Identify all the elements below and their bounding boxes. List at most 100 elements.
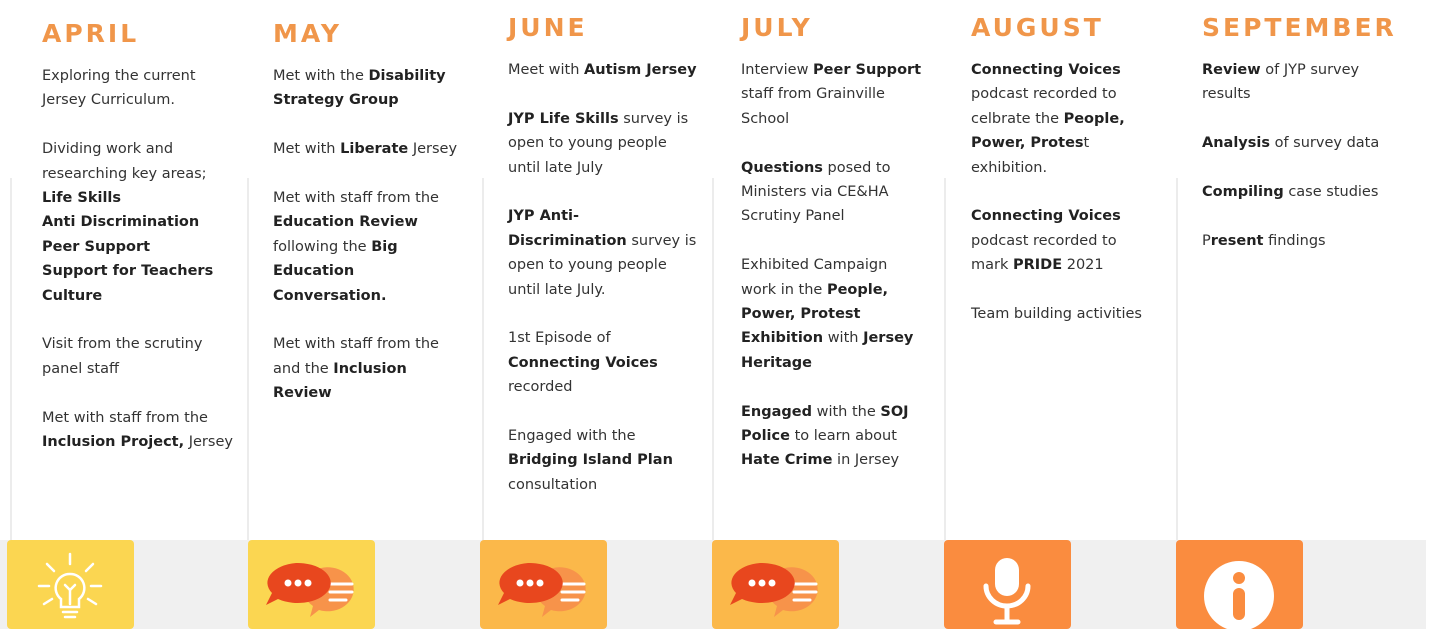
text: exhibition. bbox=[971, 159, 1048, 176]
text: survey is bbox=[618, 110, 689, 127]
lightbulb-icon bbox=[7, 540, 134, 629]
activity-line: Power, Protest bbox=[741, 302, 956, 326]
september-activities: Review of JYP survey results Analysis of s… bbox=[1202, 58, 1417, 278]
bold-text: Life Skills bbox=[42, 190, 122, 207]
text: Met with staff from the bbox=[42, 409, 208, 426]
month-heading-september: SEPTEMBER bbox=[1202, 13, 1397, 42]
activity-line: open to young people bbox=[508, 253, 723, 277]
june-activities: Meet with Autism Jersey JYP Life Skills s… bbox=[508, 58, 723, 522]
bold-text: Discrimination bbox=[508, 232, 627, 249]
activity-line: School bbox=[741, 107, 956, 131]
activity-line: Connecting Voices bbox=[971, 58, 1186, 82]
activity-item: Met with the Disability Strategy Group bbox=[273, 64, 488, 113]
activity-line: researching key areas; bbox=[42, 162, 257, 186]
text: of survey data bbox=[1269, 135, 1380, 152]
text: recorded bbox=[508, 379, 573, 396]
bold-text: Jersey bbox=[863, 330, 914, 347]
activity-line: until late July bbox=[508, 156, 723, 180]
may-activities: Met with the Disability Strategy Group Met… bbox=[273, 64, 488, 430]
activity-item: JYP Life Skills survey is open to young p… bbox=[508, 107, 723, 180]
chat-bubbles-icon bbox=[480, 540, 607, 629]
text: Dividing work and bbox=[42, 141, 174, 158]
text: Team building activities bbox=[971, 306, 1142, 323]
activity-line: and the Inclusion bbox=[273, 357, 488, 381]
text: and the bbox=[273, 360, 334, 377]
activity-line: Exploring the current bbox=[42, 64, 257, 88]
activity-line: celbrate the People, bbox=[971, 107, 1186, 131]
text: case studies bbox=[1283, 184, 1379, 200]
text: in Jersey bbox=[832, 452, 900, 469]
activity-line: following the Big bbox=[273, 235, 488, 259]
activity-line: panel staff bbox=[42, 357, 257, 381]
chat-bubbles-icon bbox=[248, 540, 375, 629]
activity-line: Bridging Island Plan bbox=[508, 448, 723, 472]
text: to learn about bbox=[789, 428, 897, 445]
text: researching key areas; bbox=[42, 165, 207, 182]
bold-text: Engaged bbox=[741, 403, 812, 420]
bold-text: Education Review bbox=[273, 214, 418, 231]
activity-item: Dividing work and researching key areas; L… bbox=[42, 137, 257, 308]
activity-line: Met with staff from the bbox=[273, 186, 488, 210]
text: Met with staff from the bbox=[273, 190, 439, 206]
activity-item: Interview Peer Support staff from Grainvi… bbox=[741, 58, 956, 131]
activity-line: Questions posed to bbox=[741, 156, 956, 180]
activity-item: 1st Episode of Connecting Voices recorded bbox=[508, 326, 723, 399]
text: School bbox=[741, 110, 790, 127]
activity-line: Team building activities bbox=[971, 302, 1186, 326]
activity-line: Discrimination survey is bbox=[508, 229, 723, 253]
activity-line: Review of JYP survey bbox=[1202, 58, 1417, 82]
activity-line: Education bbox=[273, 259, 488, 283]
activity-line: Dividing work and bbox=[42, 137, 257, 161]
text: podcast recorded to bbox=[971, 232, 1117, 249]
bold-text: Heritage bbox=[741, 354, 813, 371]
bold-text: Power, Protest bbox=[741, 306, 861, 323]
activity-item: Meet with Autism Jersey bbox=[508, 58, 723, 82]
bold-text: Disability bbox=[368, 68, 446, 84]
bold-text: PRIDE bbox=[1012, 257, 1063, 274]
activity-line: consultation bbox=[508, 473, 723, 497]
activity-item: Analysis of survey data bbox=[1202, 131, 1417, 155]
activity-line: until late July. bbox=[508, 278, 723, 302]
bold-text: Liberate bbox=[340, 141, 409, 158]
activity-line: Scrutiny Panel bbox=[741, 204, 956, 228]
text: Met with the bbox=[273, 68, 369, 84]
text: Jersey bbox=[408, 141, 458, 158]
bold-text: Review bbox=[273, 385, 332, 402]
activity-line: Heritage bbox=[741, 351, 956, 375]
activity-item: Review of JYP survey results bbox=[1202, 58, 1417, 107]
activity-line: Analysis of survey data bbox=[1202, 131, 1417, 155]
bold-text: Peer Support bbox=[813, 62, 922, 78]
bold-text: Culture bbox=[42, 287, 103, 304]
text: Ministers via CE&HA bbox=[741, 184, 889, 201]
text: survey is bbox=[626, 232, 697, 249]
activity-line: results bbox=[1202, 82, 1417, 106]
activity-line: 1st Episode of bbox=[508, 326, 723, 350]
bold-text: Conversation. bbox=[273, 287, 387, 304]
text: 2021 bbox=[1062, 257, 1104, 274]
text: findings bbox=[1263, 232, 1326, 249]
activity-item: Met with Liberate Jersey bbox=[273, 137, 488, 161]
bold-text: Connecting Voices bbox=[508, 354, 658, 371]
activity-line: Life Skills bbox=[42, 186, 257, 210]
microphone-icon bbox=[944, 540, 1071, 629]
activity-line: open to young people bbox=[508, 131, 723, 155]
bold-text: SOJ bbox=[880, 403, 909, 420]
activity-item: Exploring the current Jersey Curriculum. bbox=[42, 64, 257, 113]
column-divider bbox=[10, 178, 12, 540]
activity-line: Jersey Curriculum. bbox=[42, 88, 257, 112]
activity-line: Connecting Voices bbox=[971, 204, 1186, 228]
tile-june bbox=[480, 540, 607, 629]
text: 1st Episode of bbox=[508, 330, 611, 347]
activity-line: staff from Grainville bbox=[741, 82, 956, 106]
activity-line: Strategy Group bbox=[273, 88, 488, 112]
bold-text: Big bbox=[371, 238, 398, 255]
activity-item: Met with staff from the Inclusion Project… bbox=[42, 406, 257, 455]
activity-line: Power, Protest bbox=[971, 131, 1186, 155]
bold-text: Review bbox=[1202, 62, 1261, 78]
tile-july bbox=[712, 540, 839, 629]
activity-line: Visit from the scrutiny bbox=[42, 332, 257, 356]
text: Visit from the scrutiny bbox=[42, 336, 203, 353]
text: P bbox=[1202, 232, 1211, 249]
activity-line: Ministers via CE&HA bbox=[741, 180, 956, 204]
text: work in the bbox=[741, 281, 827, 298]
